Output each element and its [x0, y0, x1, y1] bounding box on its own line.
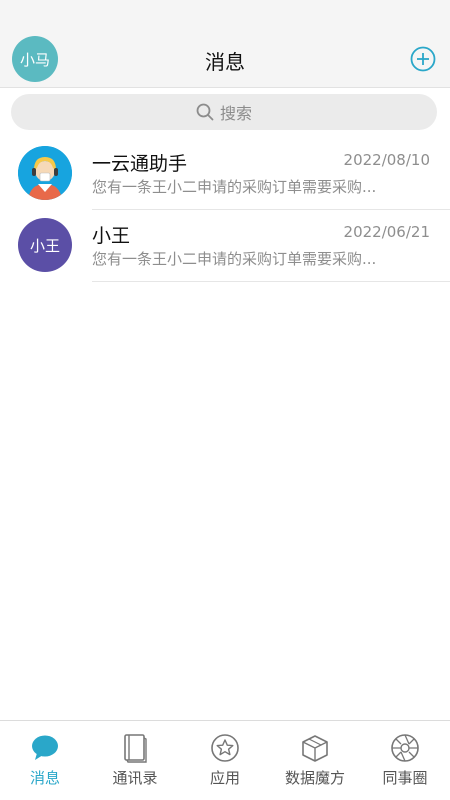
status-bar — [0, 0, 450, 30]
search-placeholder: 搜索 — [219, 104, 252, 123]
conversation-name: 小王 — [92, 225, 131, 247]
chat-bubble-icon — [32, 735, 58, 760]
book-icon — [124, 734, 147, 763]
tab-label: 同事圈 — [382, 769, 428, 787]
tab-contacts[interactable]: 通讯录 — [90, 733, 180, 788]
tab-label: 应用 — [209, 769, 240, 787]
conversation-preview: 您有一条王小二申请的采购订单需要采购... — [92, 178, 377, 196]
assistant-avatar — [18, 146, 72, 200]
contact-avatar: 小王 — [18, 218, 72, 272]
conversation-item[interactable]: 小王 小王 2022/06/21 您有一条王小二申请的采购订单需要采购... — [0, 210, 450, 282]
search-bar[interactable]: 搜索 — [11, 94, 437, 130]
tab-label: 数据魔方 — [284, 769, 345, 787]
conversation-name: 一云通助手 — [92, 153, 188, 175]
cube-icon — [302, 735, 328, 762]
search-icon — [196, 103, 214, 121]
assistant-avatar-icon — [18, 146, 72, 200]
tab-apps[interactable]: 应用 — [180, 733, 270, 788]
conversation-date: 2022/06/21 — [343, 223, 430, 241]
divider — [92, 281, 450, 282]
conversation-list: 一云通助手 2022/08/10 您有一条王小二申请的采购订单需要采购... 小… — [0, 138, 450, 282]
plus-circle-icon — [410, 46, 436, 72]
top-nav-bar: 小马 消息 — [0, 30, 450, 88]
bottom-tab-bar: 消息 通讯录 应用 数据魔方 同事圈 — [0, 720, 450, 800]
conversation-preview: 您有一条王小二申请的采购订单需要采购... — [92, 250, 377, 268]
page-title: 消息 — [205, 50, 245, 74]
star-icon — [211, 734, 239, 762]
aperture-icon — [391, 734, 419, 762]
tab-data-cube[interactable]: 数据魔方 — [270, 733, 360, 788]
tab-messages[interactable]: 消息 — [0, 733, 90, 788]
avatar-text: 小王 — [29, 236, 60, 255]
tab-colleague-circle[interactable]: 同事圈 — [360, 733, 450, 788]
add-button[interactable] — [410, 46, 436, 72]
conversation-date: 2022/08/10 — [343, 151, 430, 169]
tab-label: 消息 — [29, 769, 60, 787]
conversation-item[interactable]: 一云通助手 2022/08/10 您有一条王小二申请的采购订单需要采购... — [0, 138, 450, 210]
tab-label: 通讯录 — [112, 769, 158, 787]
